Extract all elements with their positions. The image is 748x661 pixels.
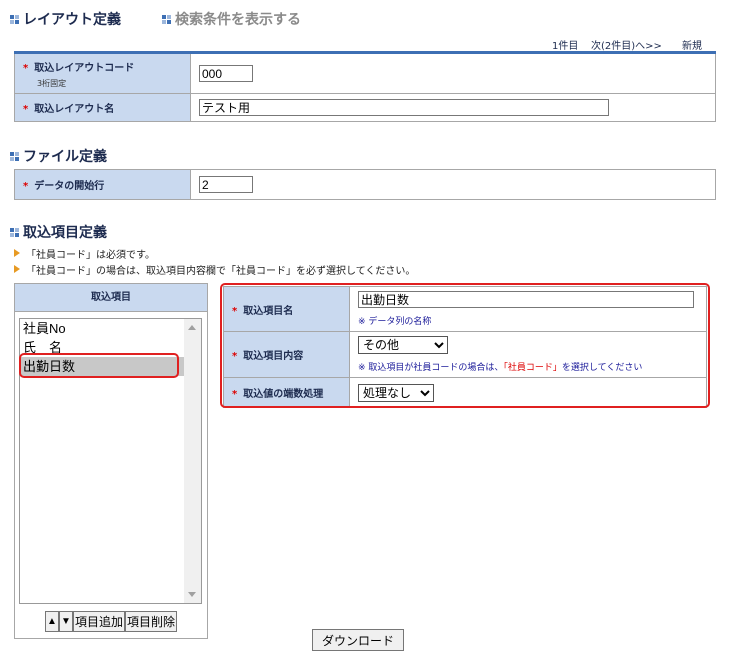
layout-name-label: 取込レイアウト名 (34, 104, 115, 115)
search-link-text: 検索条件を表示する (175, 12, 301, 28)
section-bullet-icon (10, 151, 19, 161)
add-item-button[interactable]: 項目追加 (73, 611, 125, 632)
note-row: 「社員コード」の場合は、取込項目内容欄で「社員コード」を必ず選択してください。 (14, 261, 415, 277)
start-row-label-cell: * データの開始行 (14, 169, 191, 200)
download-button[interactable]: ダウンロード (312, 629, 404, 651)
required-mark: * (23, 181, 29, 192)
file-form-table: * データの開始行 (14, 169, 716, 200)
layout-code-label: 取込レイアウトコード (34, 62, 135, 74)
required-mark: * (23, 62, 29, 74)
layout-code-input[interactable] (199, 65, 253, 82)
note-arrow-icon (14, 249, 20, 257)
layout-name-label-cell: * 取込レイアウト名 (14, 93, 191, 122)
note-arrow-icon (14, 265, 20, 273)
note-row: 「社員コード」は必須です。 (14, 245, 415, 261)
start-row-value-cell (190, 169, 716, 200)
start-row-label: データの開始行 (34, 181, 105, 192)
section-bullet-icon (162, 14, 171, 24)
file-title-text: ファイル定義 (23, 149, 107, 165)
search-conditions-link[interactable]: 検索条件を表示する (162, 9, 301, 29)
delete-item-button[interactable]: 項目削除 (125, 611, 177, 632)
layout-title-text: レイアウト定義 (23, 12, 121, 28)
layout-form-table: * 取込レイアウトコード 3桁固定 * 取込レイアウト名 (14, 51, 716, 122)
pagination-current: 1件目 (552, 41, 579, 52)
items-list-header: 取込項目 (15, 284, 207, 312)
items-notes: 「社員コード」は必須です。 「社員コード」の場合は、取込項目内容欄で「社員コード… (14, 245, 415, 277)
items-section-title: 取込項目定義 (10, 222, 107, 242)
items-title-text: 取込項目定義 (23, 225, 107, 241)
listbox-scrollbar[interactable] (184, 319, 201, 603)
section-bullet-icon (10, 227, 19, 237)
layout-section-title: レイアウト定義 (10, 9, 121, 29)
list-item[interactable]: 社員No (20, 319, 201, 338)
start-row-input[interactable] (199, 176, 253, 193)
layout-code-note: 3桁固定 (37, 78, 67, 88)
detail-highlight (220, 283, 710, 408)
layout-name-value-cell (190, 93, 716, 122)
scroll-up-icon[interactable] (188, 325, 196, 330)
required-mark: * (23, 104, 29, 115)
layout-name-input[interactable] (199, 99, 609, 116)
section-bullet-icon (10, 14, 19, 24)
selected-item-highlight (19, 353, 179, 378)
layout-code-label-cell: * 取込レイアウトコード 3桁固定 (14, 52, 191, 94)
layout-code-value-cell (190, 52, 716, 94)
new-link[interactable]: 新規 (682, 37, 702, 52)
file-section-title: ファイル定義 (10, 146, 107, 166)
note-text: 「社員コード」は必須です。 (26, 249, 155, 261)
move-up-button[interactable]: ▲ (45, 611, 59, 632)
move-down-button[interactable]: ▼ (59, 611, 73, 632)
scroll-down-icon[interactable] (188, 592, 196, 597)
pagination-next-link[interactable]: 次(2件目)へ>> (591, 37, 662, 52)
note-text: 「社員コード」の場合は、取込項目内容欄で「社員コード」を必ず選択してください。 (26, 265, 416, 277)
